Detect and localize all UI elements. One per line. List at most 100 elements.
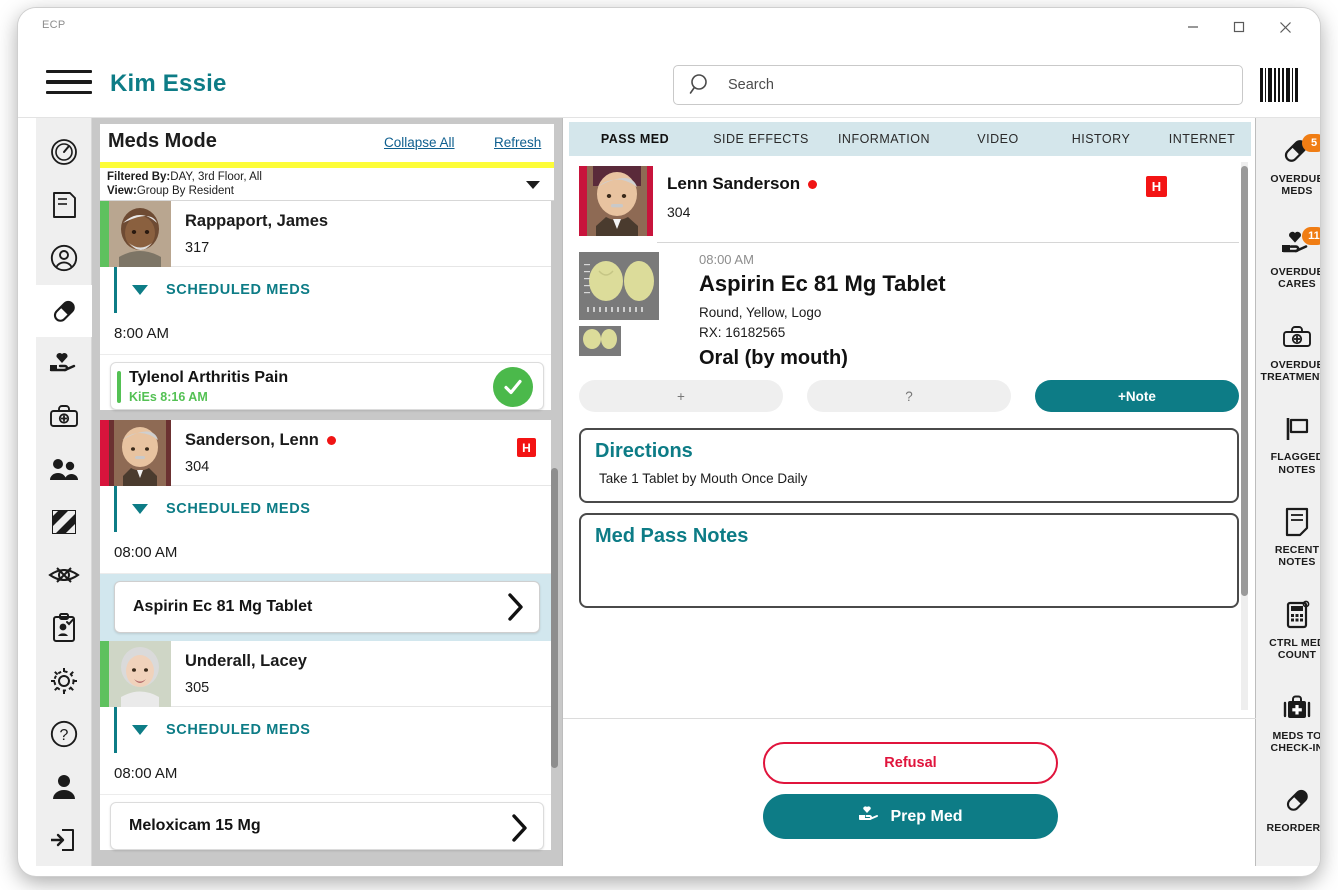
filter-bar[interactable]: Filtered By:DAY, 3rd Floor, All View:Gro… bbox=[100, 168, 554, 201]
document-icon[interactable] bbox=[36, 179, 92, 232]
tab-internet[interactable]: INTERNET bbox=[1153, 132, 1251, 146]
sidebar-item-meds[interactable] bbox=[35, 284, 92, 338]
scheduled-meds-header[interactable]: SCHEDULED MEDS bbox=[100, 707, 554, 753]
med-time: 8:00 AM bbox=[100, 313, 554, 355]
eye-off-icon[interactable] bbox=[36, 549, 92, 602]
medical-bag-icon bbox=[1280, 318, 1314, 356]
clipboard-check-icon[interactable] bbox=[36, 602, 92, 655]
med-pass-notes-title: Med Pass Notes bbox=[595, 525, 749, 547]
resident-info: Underall, Lacey 305 bbox=[171, 652, 554, 696]
patient-info: Lenn Sanderson 304 H bbox=[667, 166, 1239, 220]
search-input[interactable]: Search bbox=[673, 65, 1243, 105]
maximize-icon[interactable] bbox=[1216, 12, 1262, 42]
flag-icon bbox=[1280, 410, 1314, 448]
section-label: SCHEDULED MEDS bbox=[166, 282, 311, 298]
label-line2: COUNT bbox=[1277, 649, 1317, 662]
window-controls bbox=[1170, 8, 1308, 46]
sidebar-item-ctrl-med-count[interactable]: CTRL MED COUNT bbox=[1256, 588, 1320, 681]
list-item[interactable]: Underall, Lacey 305 bbox=[100, 640, 554, 707]
resident-block: Underall, Lacey 305 SCHEDULED MEDS 08:00… bbox=[100, 640, 554, 850]
status-badge: H bbox=[1146, 176, 1167, 197]
status-badge: H bbox=[517, 438, 536, 457]
resident-room: 304 bbox=[185, 458, 210, 475]
med-pass-notes-card[interactable]: Med Pass Notes bbox=[579, 513, 1239, 608]
resident-info: Sanderson, Lenn 304 bbox=[171, 431, 554, 475]
scheduled-meds-header[interactable]: SCHEDULED MEDS bbox=[100, 267, 554, 313]
close-icon[interactable] bbox=[1262, 12, 1308, 42]
add-button[interactable]: + bbox=[579, 380, 783, 412]
sidebar-item-overdue-meds[interactable]: 5 OVERDUE MEDS bbox=[1256, 124, 1320, 217]
question-button[interactable]: ? bbox=[807, 380, 1011, 412]
pill-thumbnail[interactable] bbox=[579, 326, 621, 356]
prep-med-label: Prep Med bbox=[890, 807, 963, 825]
list-item[interactable]: Sanderson, Lenn 304 H bbox=[100, 419, 554, 486]
help-circle-icon[interactable]: ? bbox=[36, 707, 92, 760]
label-line2: MEDS bbox=[1281, 185, 1313, 198]
add-note-button[interactable]: +Note bbox=[1035, 380, 1239, 412]
scheduled-meds-header[interactable]: SCHEDULED MEDS bbox=[100, 486, 554, 532]
hatch-square-icon[interactable] bbox=[36, 496, 92, 549]
sidebar-item-reorders[interactable]: REORDERS bbox=[1256, 773, 1320, 866]
tab-side-effects[interactable]: SIDE EFFECTS bbox=[701, 132, 821, 146]
detail-scrollbar[interactable] bbox=[1241, 166, 1248, 596]
avatar bbox=[579, 166, 653, 236]
view-label: View: bbox=[107, 185, 137, 197]
note-icon bbox=[1282, 503, 1312, 541]
chevron-down-icon[interactable] bbox=[132, 725, 148, 735]
dashboard-gauge-icon[interactable] bbox=[36, 126, 92, 179]
sidebar-item-label: CTRL MED COUNT bbox=[1269, 637, 1320, 662]
label-line2: NOTES bbox=[1278, 463, 1316, 476]
gear-icon[interactable] bbox=[36, 655, 92, 708]
sidebar-item-overdue-cares[interactable]: 11 OVERDUE CARES bbox=[1256, 217, 1320, 310]
logout-icon[interactable] bbox=[36, 813, 92, 866]
med-description: Round, Yellow, Logo bbox=[699, 305, 822, 320]
refresh-link[interactable]: Refresh bbox=[494, 135, 541, 150]
list-item[interactable]: Rappaport, James 317 bbox=[100, 201, 554, 267]
med-time: 08:00 AM bbox=[100, 532, 554, 574]
chevron-down-icon[interactable] bbox=[132, 504, 148, 514]
med-list-item[interactable]: Meloxicam 15 Mg bbox=[110, 802, 544, 850]
medical-bag-icon[interactable] bbox=[36, 390, 92, 443]
med-list-item[interactable]: Tylenol Arthritis Pain KiEs 8:16 AM bbox=[110, 362, 544, 410]
app-window: ECP Kim Essie Search ? Meds Mode Collaps… bbox=[18, 8, 1320, 876]
resident-block: Sanderson, Lenn 304 H SCHEDULED MEDS 08:… bbox=[100, 419, 554, 641]
status-stripe bbox=[100, 419, 109, 486]
collapse-all-link[interactable]: Collapse All bbox=[384, 135, 455, 150]
person-icon[interactable] bbox=[36, 760, 92, 813]
svg-text:?: ? bbox=[59, 727, 68, 744]
sidebar-item-flagged-notes[interactable]: FLAGGED NOTES bbox=[1256, 402, 1320, 495]
sidebar-item-overdue-treatments[interactable]: OVERDUE TREATMENTS bbox=[1256, 310, 1320, 403]
sidebar-item-recent-notes[interactable]: RECENT NOTES bbox=[1256, 495, 1320, 588]
sidebar-item-label: OVERDUE TREATMENTS bbox=[1261, 359, 1320, 384]
hamburger-menu-icon[interactable] bbox=[46, 64, 92, 100]
patient-room: 304 bbox=[667, 204, 691, 220]
search-placeholder: Search bbox=[728, 77, 774, 93]
prep-med-button[interactable]: Prep Med bbox=[763, 794, 1058, 839]
user-circle-icon[interactable] bbox=[36, 232, 92, 285]
alert-dot-icon bbox=[808, 179, 818, 189]
chevron-right-icon[interactable] bbox=[505, 591, 525, 628]
label-line1: FLAGGED bbox=[1270, 451, 1320, 464]
barcode-icon[interactable] bbox=[1260, 68, 1299, 102]
refusal-button[interactable]: Refusal bbox=[763, 742, 1058, 784]
pill-image[interactable] bbox=[579, 252, 659, 320]
med-list-item-selected[interactable]: Aspirin Ec 81 Mg Tablet bbox=[114, 581, 540, 633]
label-line1: REORDERS bbox=[1266, 822, 1320, 835]
tab-video[interactable]: VIDEO bbox=[947, 132, 1049, 146]
minimize-icon[interactable] bbox=[1170, 12, 1216, 42]
sidebar-item-meds-to-check-in[interactable]: MEDS TO CHECK-IN bbox=[1256, 681, 1320, 774]
hand-heart-icon[interactable] bbox=[36, 337, 92, 390]
group-people-icon[interactable] bbox=[36, 443, 92, 496]
section-accent bbox=[114, 707, 117, 753]
tab-pass-med[interactable]: PASS MED bbox=[569, 132, 701, 146]
tab-history[interactable]: HISTORY bbox=[1049, 132, 1153, 146]
patient-header: Lenn Sanderson 304 H bbox=[579, 166, 1239, 236]
chevron-down-icon[interactable] bbox=[132, 285, 148, 295]
chevron-right-icon[interactable] bbox=[509, 812, 529, 849]
tab-information[interactable]: INFORMATION bbox=[821, 132, 947, 146]
check-circle-icon[interactable] bbox=[493, 367, 533, 407]
chevron-down-icon[interactable] bbox=[526, 181, 540, 189]
list-scrollbar[interactable] bbox=[551, 468, 558, 768]
screen-root: ECP Kim Essie Search ? Meds Mode Collaps… bbox=[0, 0, 1338, 890]
sidebar-item-label: FLAGGED NOTES bbox=[1271, 451, 1320, 476]
